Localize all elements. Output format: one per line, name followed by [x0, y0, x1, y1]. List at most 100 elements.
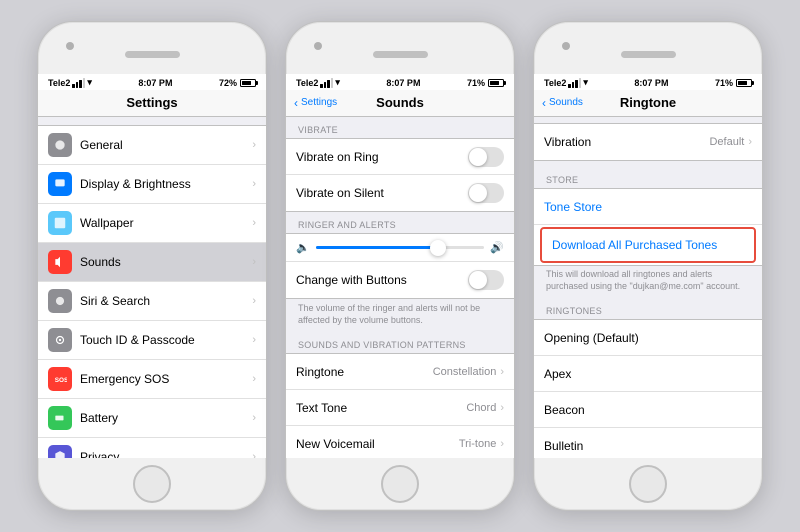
vol-high-icon: 🔊 — [490, 241, 504, 254]
iphone-top-1 — [38, 22, 266, 74]
status-bar-3: Tele2 ▾ 8:07 PM 71% — [534, 74, 762, 90]
ringtone-label: Ringtone — [296, 365, 433, 379]
ringtone-item-label-3: Bulletin — [544, 439, 752, 453]
chevron-siri: › — [252, 295, 256, 307]
display-icon — [48, 172, 72, 196]
ringer-note: The volume of the ringer and alerts will… — [286, 299, 514, 332]
ringtone-item-0[interactable]: Opening (Default) — [534, 320, 762, 356]
vibrate-ring-label: Vibrate on Ring — [296, 150, 468, 164]
row-label-wallpaper: Wallpaper — [80, 216, 252, 230]
list-item[interactable]: Wallpaper › — [38, 204, 266, 243]
chevron-general: › — [252, 139, 256, 151]
store-section-label: STORE — [534, 167, 762, 188]
change-buttons-label: Change with Buttons — [296, 273, 468, 287]
iphone-settings: Tele2 ▾ 8:07 PM 72% — [37, 21, 267, 511]
list-item[interactable]: Privacy › — [38, 438, 266, 458]
chevron-texttone: › — [500, 402, 504, 414]
vibrate-ring-row[interactable]: Vibrate on Ring — [286, 139, 514, 175]
patterns-group: Ringtone Constellation › Text Tone Chord… — [286, 353, 514, 458]
privacy-icon — [48, 445, 72, 458]
home-button-1[interactable] — [133, 465, 171, 503]
row-label-touchid: Touch ID & Passcode — [80, 333, 252, 347]
back-button-sounds[interactable]: ‹ Settings — [294, 96, 337, 110]
ringer-section-label: RINGER AND ALERTS — [286, 212, 514, 233]
phones-container: Tele2 ▾ 8:07 PM 72% — [27, 11, 773, 521]
nav-bar-ringtone: ‹ Sounds Ringtone — [534, 90, 762, 117]
tone-store-row[interactable]: Tone Store — [534, 189, 762, 225]
nav-bar-sounds: ‹ Settings Sounds — [286, 90, 514, 117]
ringtone-item-1[interactable]: Apex — [534, 356, 762, 392]
list-item-sounds[interactable]: Sounds › — [38, 243, 266, 282]
voicemail-row[interactable]: New Voicemail Tri-tone › — [286, 426, 514, 458]
nav-bar-settings: Settings — [38, 90, 266, 117]
list-item[interactable]: Display & Brightness › — [38, 165, 266, 204]
settings-list-1[interactable]: General › Display & Brightness › — [38, 117, 266, 458]
ringtones-group: Opening (Default) Apex Beacon Bulletin B… — [534, 319, 762, 458]
page-title-sounds: Sounds — [376, 95, 424, 110]
sounds-list: VIBRATE Vibrate on Ring Vibrate on Silen… — [286, 117, 514, 458]
row-label-sos: Emergency SOS — [80, 372, 252, 386]
wifi-icon-1: ▾ — [87, 77, 92, 88]
back-button-ringtone[interactable]: ‹ Sounds — [542, 96, 583, 110]
wifi-icon-2: ▾ — [335, 77, 340, 88]
store-group: Tone Store Download All Purchased Tones — [534, 188, 762, 266]
vibration-group: Vibration Default › — [534, 123, 762, 161]
ringtone-item-3[interactable]: Bulletin — [534, 428, 762, 458]
battery-percent-2: 71% — [467, 78, 485, 88]
ringtone-row[interactable]: Ringtone Constellation › — [286, 354, 514, 390]
ringer-group: 🔈 🔊 Change with Buttons — [286, 233, 514, 299]
signal-bars-1 — [72, 78, 85, 88]
list-item[interactable]: Siri & Search › — [38, 282, 266, 321]
iphone-sounds: Tele2 ▾ 8:07 PM 71% — [285, 21, 515, 511]
voicemail-value: Tri-tone — [459, 438, 497, 450]
status-bar-1: Tele2 ▾ 8:07 PM 72% — [38, 74, 266, 90]
volume-row[interactable]: 🔈 🔊 — [286, 234, 514, 262]
vibrate-silent-row[interactable]: Vibrate on Silent — [286, 175, 514, 211]
ringtone-item-label-2: Beacon — [544, 403, 752, 417]
ringtone-item-2[interactable]: Beacon — [534, 392, 762, 428]
carrier-1: Tele2 — [48, 78, 70, 88]
home-button-3[interactable] — [629, 465, 667, 503]
home-button-2[interactable] — [381, 465, 419, 503]
screen-ringtone: Tele2 ▾ 8:07 PM 71% — [534, 74, 762, 458]
vibration-row[interactable]: Vibration Default › — [534, 124, 762, 160]
texttone-row[interactable]: Text Tone Chord › — [286, 390, 514, 426]
texttone-label: Text Tone — [296, 401, 466, 415]
row-label-sounds: Sounds — [80, 255, 252, 269]
chevron-ringtone: › — [500, 366, 504, 378]
vibrate-silent-toggle[interactable] — [468, 183, 504, 203]
page-title-settings: Settings — [126, 95, 177, 110]
ringtone-list: Vibration Default › STORE Tone Store Dow… — [534, 117, 762, 458]
siri-icon — [48, 289, 72, 313]
chevron-sounds: › — [252, 256, 256, 268]
time-1: 8:07 PM — [138, 78, 172, 88]
list-item[interactable]: Touch ID & Passcode › — [38, 321, 266, 360]
download-tones-row[interactable]: Download All Purchased Tones — [540, 227, 756, 263]
row-label-general: General — [80, 138, 252, 152]
vibration-value: Default — [709, 136, 744, 148]
store-desc: This will download all ringtones and ale… — [534, 266, 762, 298]
ringtones-section-label: RINGTONES — [534, 298, 762, 319]
iphone-bottom-3 — [534, 458, 762, 510]
row-label-battery: Battery — [80, 411, 252, 425]
vibrate-silent-label: Vibrate on Silent — [296, 186, 468, 200]
patterns-section-label: SOUNDS AND VIBRATION PATTERNS — [286, 332, 514, 353]
iphone-bottom-2 — [286, 458, 514, 510]
texttone-value: Chord — [466, 402, 496, 414]
signal-bars-3 — [568, 78, 581, 88]
volume-track[interactable] — [316, 246, 485, 249]
chevron-sos: › — [252, 373, 256, 385]
list-item[interactable]: SOS Emergency SOS › — [38, 360, 266, 399]
wallpaper-icon — [48, 211, 72, 235]
change-buttons-row[interactable]: Change with Buttons — [286, 262, 514, 298]
vibrate-ring-toggle[interactable] — [468, 147, 504, 167]
chevron-privacy: › — [252, 451, 256, 458]
battery-icon-2 — [488, 79, 504, 87]
volume-thumb[interactable] — [430, 240, 446, 256]
settings-group-main: General › Display & Brightness › — [38, 125, 266, 458]
list-item[interactable]: Battery › — [38, 399, 266, 438]
change-buttons-toggle[interactable] — [468, 270, 504, 290]
row-label-siri: Siri & Search — [80, 294, 252, 308]
list-item[interactable]: General › — [38, 126, 266, 165]
general-icon — [48, 133, 72, 157]
